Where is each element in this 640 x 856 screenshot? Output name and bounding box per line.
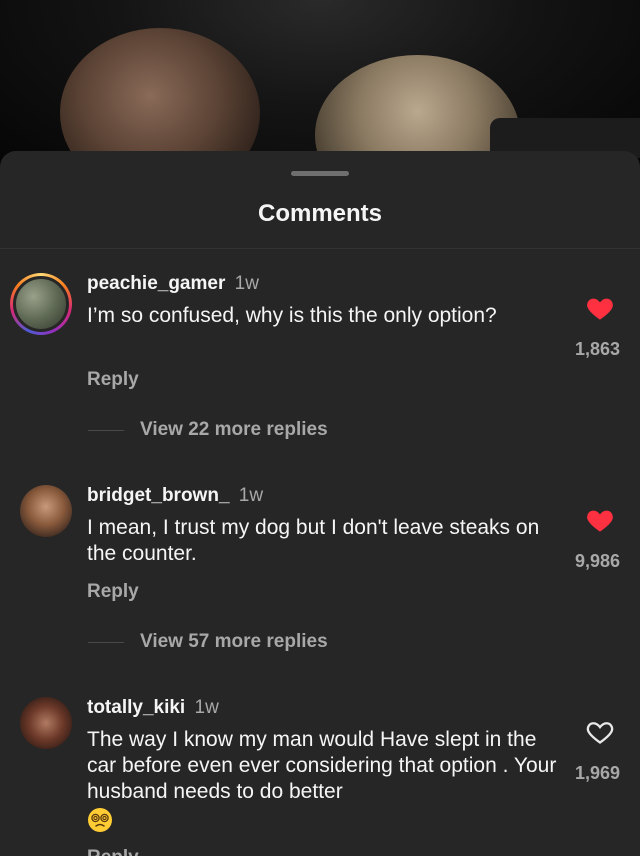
comment-text: I’m so confused, why is this the only op… <box>87 304 497 327</box>
like-column: 1,863 <box>560 295 620 360</box>
comments-sheet: Comments peachie_gamer 1w I’m so confuse… <box>0 151 640 856</box>
header-divider <box>0 248 640 249</box>
comment-timestamp: 1w <box>234 273 259 294</box>
avatar[interactable] <box>10 273 72 335</box>
comment-header: bridget_brown_ 1w <box>87 485 263 507</box>
view-replies-label: View 57 more replies <box>140 631 328 652</box>
sheet-grabber-handle[interactable] <box>291 171 349 176</box>
like-count: 9,986 <box>574 551 620 571</box>
reply-button[interactable]: Reply <box>87 847 139 856</box>
comment-header: peachie_gamer 1w <box>87 273 259 295</box>
dizzy-face-emoji-icon <box>88 808 112 832</box>
like-count: 1,969 <box>574 763 620 783</box>
reply-button[interactable]: Reply <box>87 369 139 391</box>
video-background[interactable] <box>0 0 640 170</box>
comment-username[interactable]: peachie_gamer <box>87 273 225 294</box>
heart-filled-icon[interactable] <box>586 295 614 321</box>
reply-button[interactable]: Reply <box>87 581 139 603</box>
avatar[interactable] <box>20 485 72 537</box>
comment-text: I mean, I trust my dog but I don't leave… <box>87 516 540 565</box>
view-replies-button[interactable]: View 22 more replies <box>88 419 328 441</box>
like-count: 1,863 <box>574 339 620 359</box>
person-left-head <box>60 28 260 170</box>
comment-timestamp: 1w <box>238 485 264 506</box>
sheet-title: Comments <box>257 200 383 227</box>
like-column: 9,986 <box>560 507 620 572</box>
avatar-image <box>13 276 69 332</box>
view-replies-line <box>88 429 124 431</box>
comment-timestamp: 1w <box>194 697 219 718</box>
comment-header: totally_kiki 1w <box>87 697 219 719</box>
view-replies-line <box>88 641 124 643</box>
heart-filled-icon[interactable] <box>586 507 614 533</box>
comment-username[interactable]: totally_kiki <box>87 697 185 718</box>
view-replies-button[interactable]: View 57 more replies <box>88 631 328 653</box>
comment-username[interactable]: bridget_brown_ <box>87 485 230 506</box>
view-replies-label: View 22 more replies <box>140 419 328 440</box>
comment-text: The way I know my man would Have slept i… <box>87 728 557 803</box>
like-column: 1,969 <box>560 719 620 784</box>
avatar[interactable] <box>20 697 72 749</box>
heart-outline-icon[interactable] <box>586 719 614 745</box>
